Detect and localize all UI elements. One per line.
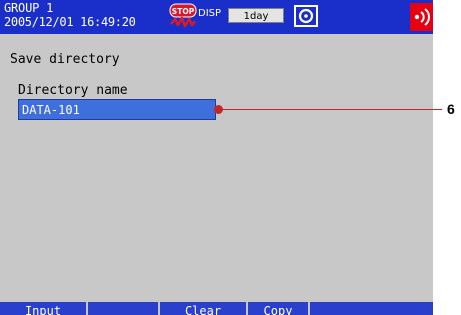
softkey-blank-2[interactable] (88, 302, 160, 315)
stop-icon-text: STOP (172, 7, 195, 16)
softkey-copy[interactable]: Copy (248, 302, 310, 315)
softkey-input[interactable]: Input (0, 302, 88, 315)
date-time: 2005/12/01 16:49:20 (4, 15, 136, 29)
callout-number: 6 (447, 101, 455, 117)
softkey-bar: Input Clear Copy (0, 302, 433, 315)
group-name: GROUP 1 (4, 1, 54, 15)
callout-line (218, 109, 442, 110)
directory-name-label: Directory name (18, 83, 128, 98)
status-bar: GROUP 1 2005/12/01 16:49:20 STOP DISP 1d… (0, 0, 433, 34)
media-icon (294, 5, 318, 27)
softkey-clear[interactable]: Clear (160, 302, 248, 315)
display-period: 1day (228, 8, 284, 23)
callout-dot (214, 105, 223, 114)
recorder-screen: GROUP 1 2005/12/01 16:49:20 STOP DISP 1d… (0, 0, 433, 315)
page-title: Save directory (10, 52, 120, 67)
directory-name-input[interactable] (18, 99, 216, 120)
stop-icon: STOP (169, 3, 197, 28)
communication-icon (410, 3, 433, 31)
display-mode-label: DISP (198, 8, 222, 19)
softkey-blank-5[interactable] (310, 302, 433, 315)
